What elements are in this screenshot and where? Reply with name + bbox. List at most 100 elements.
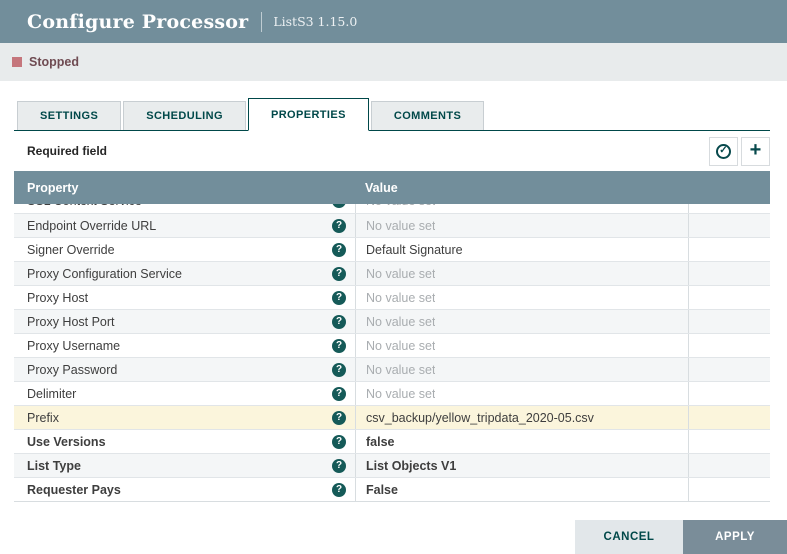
help-icon[interactable]: ? (332, 204, 346, 208)
check-circle-icon: ✓ (716, 144, 731, 159)
property-name: Signer Override (27, 243, 115, 257)
table-row-required[interactable]: List Type ? List Objects V1 (14, 453, 770, 477)
toolbar-actions: ✓ + (709, 137, 770, 166)
help-icon[interactable]: ? (332, 315, 346, 329)
property-value-cell[interactable]: No value set (355, 334, 688, 357)
stopped-icon (12, 57, 22, 67)
property-value-cell[interactable]: No value set (355, 262, 688, 285)
property-value-cell[interactable]: False (355, 478, 688, 501)
tab-scheduling-label: SCHEDULING (146, 110, 223, 122)
table-row[interactable]: Proxy Host Port ? No value set (14, 309, 770, 333)
table-row-clipped: SSL Context Service ? No value set (14, 204, 770, 213)
table-row[interactable]: Proxy Configuration Service ? No value s… (14, 261, 770, 285)
required-field-hint: Required field (14, 144, 107, 158)
verify-properties-button[interactable]: ✓ (709, 137, 738, 166)
help-icon[interactable]: ? (332, 387, 346, 401)
property-value-cell[interactable]: csv_backup/yellow_tripdata_2020-05.csv (355, 406, 688, 429)
tab-properties[interactable]: PROPERTIES (248, 98, 369, 131)
help-icon[interactable]: ? (332, 339, 346, 353)
row-extra-cell (688, 334, 770, 357)
table-row-required[interactable]: Use Versions ? false (14, 429, 770, 453)
property-name: List Type (27, 459, 81, 473)
help-icon[interactable]: ? (332, 483, 346, 497)
help-icon[interactable]: ? (332, 435, 346, 449)
column-header-value: Value (355, 181, 688, 195)
property-value: No value set (366, 219, 435, 233)
status-label: Stopped (29, 55, 79, 69)
property-value: No value set (366, 315, 435, 329)
property-value: No value set (366, 339, 435, 353)
property-value-cell[interactable]: No value set (355, 310, 688, 333)
help-icon[interactable]: ? (332, 411, 346, 425)
property-value-cell[interactable]: List Objects V1 (355, 454, 688, 477)
tab-scheduling[interactable]: SCHEDULING (123, 101, 246, 130)
table-row[interactable]: Proxy Host ? No value set (14, 285, 770, 309)
row-extra-cell (688, 286, 770, 309)
row-extra-cell (688, 238, 770, 261)
help-icon[interactable]: ? (332, 459, 346, 473)
tab-settings[interactable]: SETTINGS (17, 101, 121, 130)
row-extra-cell (688, 358, 770, 381)
property-value-cell[interactable]: No value set (355, 286, 688, 309)
tab-comments-label: COMMENTS (394, 110, 461, 122)
row-extra-cell (688, 262, 770, 285)
property-name: Endpoint Override URL (27, 219, 156, 233)
property-value: No value set (366, 387, 435, 401)
dialog-title: Configure Processor (27, 11, 248, 33)
row-extra-cell (688, 382, 770, 405)
column-header-property: Property (14, 181, 355, 195)
property-value-cell[interactable]: false (355, 430, 688, 453)
property-value-cell[interactable]: No value set (355, 214, 688, 237)
row-extra-cell (688, 204, 770, 213)
table-row[interactable]: Proxy Username ? No value set (14, 333, 770, 357)
property-value: No value set (366, 291, 435, 305)
property-name: Proxy Host Port (27, 315, 115, 329)
table-row-required[interactable]: Requester Pays ? False (14, 477, 770, 501)
help-icon[interactable]: ? (332, 291, 346, 305)
cancel-button[interactable]: CANCEL (575, 520, 683, 554)
tab-settings-label: SETTINGS (40, 110, 98, 122)
property-name: Use Versions (27, 435, 106, 449)
row-extra-cell (688, 310, 770, 333)
row-extra-cell (688, 430, 770, 453)
property-value: csv_backup/yellow_tripdata_2020-05.csv (366, 411, 594, 425)
table-row-modified[interactable]: Prefix ? csv_backup/yellow_tripdata_2020… (14, 405, 770, 429)
table-header: Property Value (14, 171, 770, 204)
help-icon[interactable]: ? (332, 243, 346, 257)
tab-comments[interactable]: COMMENTS (371, 101, 484, 130)
title-divider (261, 12, 262, 32)
property-name: Proxy Username (27, 339, 120, 353)
property-name: Requester Pays (27, 483, 121, 497)
table-row[interactable]: Endpoint Override URL ? No value set (14, 213, 770, 237)
properties-toolbar: Required field ✓ + (14, 131, 770, 171)
property-value-cell[interactable]: Default Signature (355, 238, 688, 261)
add-property-button[interactable]: + (741, 137, 770, 166)
row-extra-cell (688, 454, 770, 477)
help-icon[interactable]: ? (332, 267, 346, 281)
property-value-cell[interactable]: No value set (355, 204, 688, 213)
property-value: No value set (366, 267, 435, 281)
property-name: Delimiter (27, 387, 76, 401)
table-row[interactable]: Proxy Password ? No value set (14, 357, 770, 381)
processor-name-version: ListS3 1.15.0 (273, 14, 357, 29)
properties-table: Property Value SSL Context Service ? No … (14, 171, 770, 502)
help-icon[interactable]: ? (332, 219, 346, 233)
status-bar: Stopped (0, 43, 787, 81)
property-name: Proxy Password (27, 363, 117, 377)
property-value: false (366, 435, 395, 449)
property-value: No value set (366, 363, 435, 377)
property-name: Proxy Host (27, 291, 88, 305)
property-value-cell[interactable]: No value set (355, 382, 688, 405)
table-row[interactable]: Signer Override ? Default Signature (14, 237, 770, 261)
row-extra-cell (688, 478, 770, 501)
row-extra-cell (688, 214, 770, 237)
property-name: SSL Context Service (27, 204, 142, 208)
property-value-cell[interactable]: No value set (355, 358, 688, 381)
dialog-header: Configure Processor ListS3 1.15.0 (0, 0, 787, 43)
plus-icon: + (750, 140, 762, 160)
table-row[interactable]: Delimiter ? No value set (14, 381, 770, 405)
row-extra-cell (688, 406, 770, 429)
help-icon[interactable]: ? (332, 363, 346, 377)
table-row[interactable]: SSL Context Service ? No value set (14, 204, 770, 213)
apply-button[interactable]: APPLY (683, 520, 787, 554)
